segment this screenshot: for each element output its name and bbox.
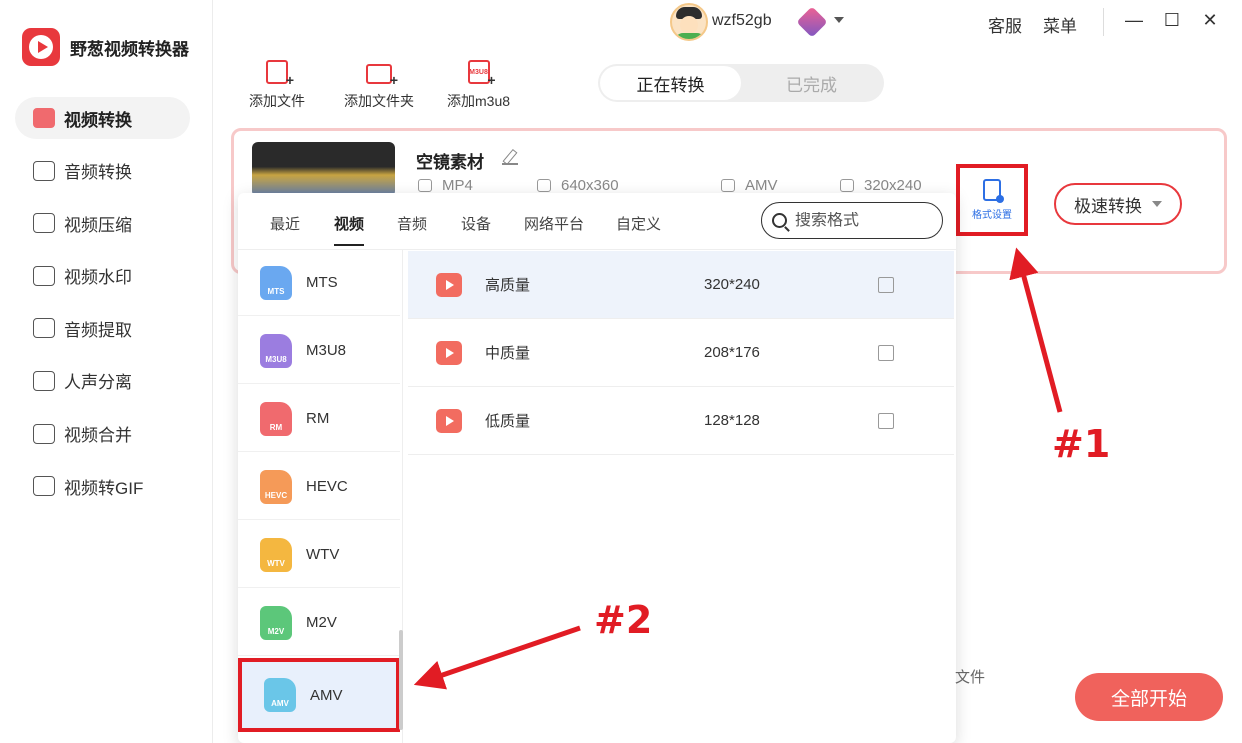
annotation-two: #2 [594,598,653,642]
annotation-one: #1 [1052,422,1111,466]
